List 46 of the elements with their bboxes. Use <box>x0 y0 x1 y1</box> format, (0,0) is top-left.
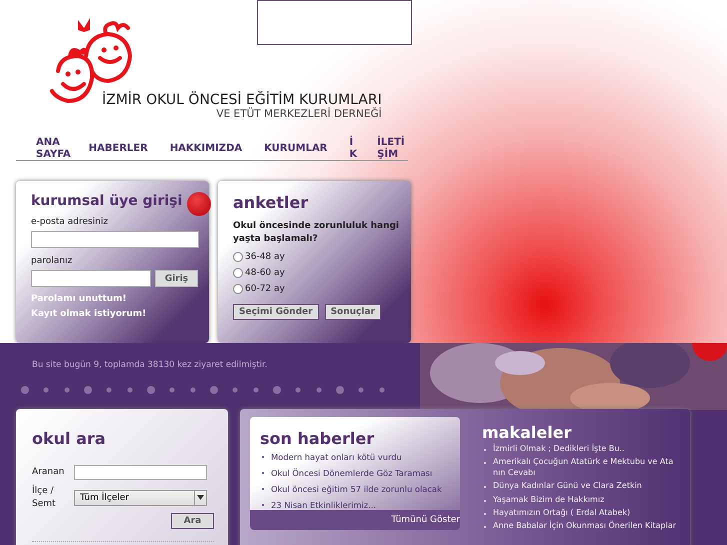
article-link[interactable]: Dünya Kadınlar Günü ve Clara Zetkin <box>493 481 642 492</box>
article-link[interactable]: Hayatımızın Ortağı ( Erdal Atabek) <box>493 508 630 518</box>
ball-icon <box>187 192 211 216</box>
article-link[interactable]: Amerikalı Çocuğun Atatürk e Mektubu ve Ata nın Cevabı <box>493 457 687 478</box>
show-all-link[interactable]: Tümünü Göster <box>250 510 460 530</box>
nav-link[interactable]: İK <box>349 136 358 162</box>
news-link[interactable]: 23 Nisan Etkinliklerimiz... <box>271 500 376 510</box>
password-field[interactable] <box>31 270 151 287</box>
nav-link[interactable]: KURUMLAR <box>264 142 328 156</box>
email-field[interactable] <box>31 231 199 248</box>
option-label: 48-60 ay <box>245 268 285 278</box>
option-label: 36-48 ay <box>245 252 285 262</box>
poll-button[interactable]: Sonuçlar <box>324 304 381 320</box>
visit-counter: Bu site bugün 9, toplamda 38130 kez ziyaret edilmiştir. <box>32 360 268 370</box>
nav-link[interactable]: ANA SAYFA <box>36 136 71 162</box>
panel-title: anketler <box>233 193 310 212</box>
site-title: İZMİR OKUL ÖNCESİ EĞİTİM KURUMLARI <box>102 92 382 108</box>
district-dropdown[interactable]: Tüm İlçeler <box>74 490 207 506</box>
nav-link[interactable]: HAKKIMIZDA <box>170 142 242 156</box>
radio-button[interactable] <box>233 252 243 262</box>
news-link[interactable]: Modern hayat onları kötü vurdu <box>271 452 402 462</box>
panel-title: son haberler <box>260 429 376 448</box>
search-button[interactable]: Ara <box>171 513 214 530</box>
radio-button[interactable] <box>233 284 243 294</box>
poll-button[interactable]: Seçimi Gönder <box>233 304 319 320</box>
news-link[interactable]: Okul Öncesi Dönemlerde Göz Taraması <box>271 468 432 478</box>
search-field[interactable] <box>74 465 207 480</box>
radio-button[interactable] <box>233 268 243 278</box>
option-label: 60-72 ay <box>245 284 285 294</box>
field-label: parolanız <box>31 256 74 266</box>
poll-question: Okul öncesinde zorunluluk hangi yaşta başlamalı? <box>233 220 400 246</box>
nav-link[interactable]: İLETİŞİM <box>377 136 408 162</box>
article-link[interactable]: Anne Babalar İçin Okunması Önerilen Kitaplar <box>493 521 676 532</box>
field-label: e-posta adresiniz <box>31 217 109 227</box>
news-link[interactable]: Okul öncesi eğitim 57 ilde zorunlu olacak <box>271 484 442 494</box>
panel-title: kurumsal üye girişi <box>31 193 182 209</box>
article-link[interactable]: Yaşamak Bizim de Hakkımız <box>493 494 604 505</box>
panel-title: makaleler <box>482 423 572 442</box>
login-button[interactable]: Giriş <box>155 270 198 287</box>
panel-title: okul ara <box>32 429 107 448</box>
field-label: İlçe / Semt <box>32 485 57 510</box>
nav-link[interactable]: HABERLER <box>88 142 148 156</box>
site-subtitle: VE ETÜT MERKEZLERİ DERNEĞİ <box>216 108 382 120</box>
article-link[interactable]: İzmirli Olmak ; Dedikleri İşte Bu.. <box>493 444 624 454</box>
caret-icon <box>197 495 204 500</box>
field-label: Aranan <box>32 466 66 479</box>
